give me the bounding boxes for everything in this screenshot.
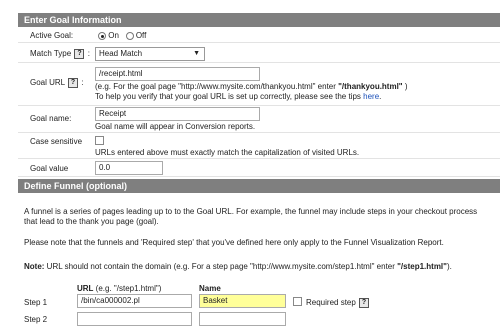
active-goal-off-label: Off (135, 31, 147, 40)
funnel-name-header: Name (199, 284, 221, 293)
step-1-required-group: Required step ? (306, 298, 370, 308)
case-sensitive-row: Case sensitive URLs entered above must e… (18, 134, 500, 159)
funnel-note-report: Please note that the funnels and 'Requir… (24, 238, 444, 247)
note-end: ). (446, 262, 452, 271)
goal-name-row: Goal name: Receipt Goal name will appear… (18, 107, 500, 133)
goal-url-tip-end: . (379, 92, 382, 101)
goal-url-tip-text: To help you verify that your goal URL is… (95, 92, 364, 101)
step-1-required-checkbox[interactable] (293, 297, 302, 306)
note-label: Note: (24, 262, 45, 271)
step-1-label: Step 1 (24, 298, 48, 307)
goal-url-hint-example: "/thankyou.html" (338, 82, 403, 91)
match-type-value: Head Match (99, 49, 143, 58)
case-sensitive-hint: URLs entered above must exactly match th… (95, 148, 360, 157)
note-example: "/step1.html" (397, 262, 447, 271)
note-text: URL should not contain the domain (e.g. … (44, 262, 398, 271)
match-type-label-group: Match Type ? : (30, 49, 90, 59)
case-sensitive-label: Case sensitive (30, 137, 83, 146)
goal-url-label-group: Goal URL ? : (30, 78, 84, 88)
funnel-note-domain: Note: URL should not contain the domain … (24, 262, 452, 272)
step-1-required-label: Required step (306, 298, 356, 308)
match-type-label: Match Type (30, 49, 72, 59)
goal-section-title: Enter Goal Information (24, 15, 122, 25)
goal-url-row: Goal URL ? : /receipt.html (e.g. For the… (18, 64, 500, 106)
goal-url-label: Goal URL (30, 78, 65, 88)
required-step-help-icon[interactable]: ? (359, 298, 370, 308)
step-1-name-input[interactable]: Basket (199, 294, 286, 308)
goal-name-input[interactable]: Receipt (95, 107, 260, 121)
active-goal-on-label: On (108, 31, 119, 40)
step-2-name-input[interactable] (199, 312, 286, 326)
goal-section-header: Enter Goal Information (18, 13, 500, 27)
goal-url-help-icon[interactable]: ? (68, 78, 79, 88)
active-goal-row: Active Goal: On Off (18, 28, 500, 43)
match-type-select[interactable]: Head Match ▼ (95, 47, 205, 61)
match-type-row: Match Type ? : Head Match ▼ (18, 44, 500, 63)
goal-url-hint-suffix: ) (402, 82, 408, 91)
goal-name-hint: Goal name will appear in Conversion repo… (95, 122, 256, 131)
active-goal-on-radio[interactable] (98, 31, 106, 40)
funnel-section-header: Define Funnel (optional) (18, 179, 500, 193)
goal-url-tip: To help you verify that your goal URL is… (95, 92, 381, 101)
funnel-description: A funnel is a series of pages leading up… (24, 207, 477, 227)
funnel-description-line2: that lead to the thank you page (goal). (24, 217, 159, 226)
step-1-url-input[interactable]: /bin/ca000002.pl (77, 294, 192, 308)
step-2-label: Step 2 (24, 315, 48, 324)
funnel-section-title: Define Funnel (optional) (24, 181, 127, 191)
goal-url-input[interactable]: /receipt.html (95, 67, 260, 81)
goal-url-hint-prefix: (e.g. For the goal page "http://www.mysi… (95, 82, 339, 91)
goal-value-label: Goal value (30, 164, 69, 173)
case-sensitive-checkbox[interactable] (95, 136, 104, 145)
goal-url-colon: : (81, 78, 84, 88)
match-type-colon: : (87, 49, 90, 59)
active-goal-off-radio[interactable] (125, 31, 134, 40)
funnel-url-header: URL (e.g. "/step1.html") (77, 284, 161, 294)
goal-value-row: Goal value 0.0 (18, 160, 500, 177)
goal-value-input[interactable]: 0.0 (95, 161, 163, 175)
funnel-description-line1: A funnel is a series of pages leading up… (24, 207, 478, 216)
goal-name-label: Goal name: (30, 114, 72, 123)
url-header-label: URL (77, 284, 94, 293)
active-goal-label: Active Goal: (30, 31, 74, 40)
step-2-url-input[interactable] (77, 312, 192, 326)
url-header-hint: (e.g. "/step1.html") (93, 284, 162, 293)
match-type-help-icon[interactable]: ? (74, 49, 85, 59)
goal-url-hint: (e.g. For the goal page "http://www.mysi… (95, 82, 408, 91)
chevron-down-icon: ▼ (193, 50, 200, 57)
tips-here-link[interactable]: here (363, 92, 379, 101)
